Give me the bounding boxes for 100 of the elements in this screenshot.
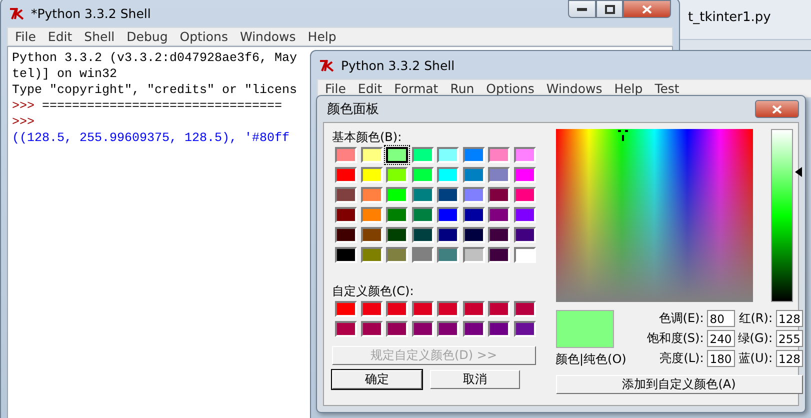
color-swatch[interactable]: [437, 321, 459, 337]
menu-item[interactable]: Run: [445, 81, 480, 96]
color-swatch[interactable]: [488, 247, 510, 263]
slider-thumb[interactable]: [794, 167, 802, 178]
color-swatch[interactable]: [462, 321, 484, 337]
color-swatch[interactable]: [335, 167, 357, 183]
color-swatch[interactable]: [437, 227, 459, 243]
color-swatch[interactable]: [437, 187, 459, 203]
color-swatch[interactable]: [412, 321, 434, 337]
minimize-button[interactable]: [568, 0, 596, 18]
color-swatch[interactable]: [386, 321, 408, 337]
color-swatch[interactable]: [462, 187, 484, 203]
color-swatch[interactable]: [462, 301, 484, 317]
color-swatch[interactable]: [437, 207, 459, 223]
input-field[interactable]: 128: [776, 310, 802, 327]
color-swatch[interactable]: [437, 247, 459, 263]
color-swatch[interactable]: [488, 227, 510, 243]
color-swatch[interactable]: [514, 247, 536, 263]
color-swatch[interactable]: [360, 207, 382, 223]
menu-item[interactable]: Windows: [234, 29, 301, 44]
color-swatch[interactable]: [360, 301, 382, 317]
menu-item[interactable]: Debug: [122, 29, 173, 44]
color-swatch[interactable]: [462, 207, 484, 223]
color-swatch[interactable]: [488, 167, 510, 183]
color-swatch[interactable]: [488, 321, 510, 337]
menu-item[interactable]: File: [320, 81, 351, 96]
color-swatch[interactable]: [514, 227, 536, 243]
color-swatch[interactable]: [412, 187, 434, 203]
close-button[interactable]: [623, 0, 671, 18]
color-swatch[interactable]: [437, 147, 459, 163]
color-swatch[interactable]: [386, 167, 408, 183]
color-swatch[interactable]: [360, 167, 382, 183]
color-swatch[interactable]: [412, 167, 434, 183]
menu-item[interactable]: Windows: [541, 81, 608, 96]
menu-item[interactable]: Options: [481, 81, 540, 96]
color-swatch[interactable]: [412, 147, 434, 163]
color-swatch[interactable]: [360, 227, 382, 243]
field-label: 饱和度(S):: [646, 330, 704, 347]
input-field[interactable]: 255: [776, 330, 802, 347]
color-swatch[interactable]: [360, 321, 382, 337]
maximize-icon: [604, 4, 614, 14]
menu-item[interactable]: Shell: [79, 29, 120, 44]
color-swatch[interactable]: [335, 247, 357, 263]
input-field[interactable]: 128: [776, 350, 802, 367]
cancel-button[interactable]: 取消: [430, 370, 520, 389]
input-field[interactable]: 240: [706, 330, 735, 347]
menu-item[interactable]: Format: [389, 81, 444, 96]
shell-line: Type "copyright", "credits" or "licens: [12, 82, 298, 98]
color-swatch[interactable]: [488, 301, 510, 317]
color-swatch[interactable]: [488, 187, 510, 203]
input-field[interactable]: 80: [706, 310, 735, 327]
luminance-slider[interactable]: [770, 129, 802, 302]
color-swatch[interactable]: [437, 167, 459, 183]
menu-item[interactable]: Edit: [42, 29, 78, 44]
color-swatch[interactable]: [335, 147, 357, 163]
color-swatch[interactable]: [437, 301, 459, 317]
color-swatch[interactable]: [335, 227, 357, 243]
color-swatch[interactable]: [514, 187, 536, 203]
color-swatch[interactable]: [462, 147, 484, 163]
color-swatch[interactable]: [386, 227, 408, 243]
color-swatch[interactable]: [386, 147, 408, 163]
color-swatch[interactable]: [335, 321, 357, 337]
menu-item[interactable]: Help: [302, 29, 342, 44]
color-swatch[interactable]: [335, 187, 357, 203]
shell-line: >>> ================================: [12, 98, 282, 114]
color-swatch[interactable]: [462, 247, 484, 263]
color-swatch[interactable]: [462, 167, 484, 183]
input-field[interactable]: 180: [706, 350, 735, 367]
color-swatch[interactable]: [514, 321, 536, 337]
color-swatch[interactable]: [412, 227, 434, 243]
menu-item[interactable]: Test: [650, 81, 684, 96]
color-swatch[interactable]: [360, 247, 382, 263]
color-swatch[interactable]: [514, 167, 536, 183]
color-swatch[interactable]: [514, 147, 536, 163]
dialog-title: 颜色面板: [327, 101, 379, 118]
maximize-button[interactable]: [596, 0, 623, 18]
color-spectrum[interactable]: [556, 129, 752, 302]
color-swatch[interactable]: [488, 147, 510, 163]
color-swatch[interactable]: [412, 247, 434, 263]
color-swatch[interactable]: [462, 227, 484, 243]
menu-item[interactable]: Options: [174, 29, 233, 44]
menu-item[interactable]: File: [10, 29, 41, 44]
color-swatch[interactable]: [488, 207, 510, 223]
color-swatch[interactable]: [386, 207, 408, 223]
ok-button[interactable]: 确定: [332, 370, 422, 389]
color-swatch[interactable]: [335, 301, 357, 317]
add-to-custom-colors-button[interactable]: 添加到自定义颜色(A): [556, 375, 802, 394]
color-swatch[interactable]: [360, 187, 382, 203]
close-button[interactable]: [755, 100, 799, 118]
color-swatch[interactable]: [386, 247, 408, 263]
color-swatch[interactable]: [360, 147, 382, 163]
color-swatch[interactable]: [514, 301, 536, 317]
color-swatch[interactable]: [335, 207, 357, 223]
color-swatch[interactable]: [412, 301, 434, 317]
color-swatch[interactable]: [386, 187, 408, 203]
menu-item[interactable]: Edit: [352, 81, 388, 96]
color-swatch[interactable]: [412, 207, 434, 223]
menu-item[interactable]: Help: [609, 81, 648, 96]
color-swatch[interactable]: [514, 207, 536, 223]
color-swatch[interactable]: [386, 301, 408, 317]
